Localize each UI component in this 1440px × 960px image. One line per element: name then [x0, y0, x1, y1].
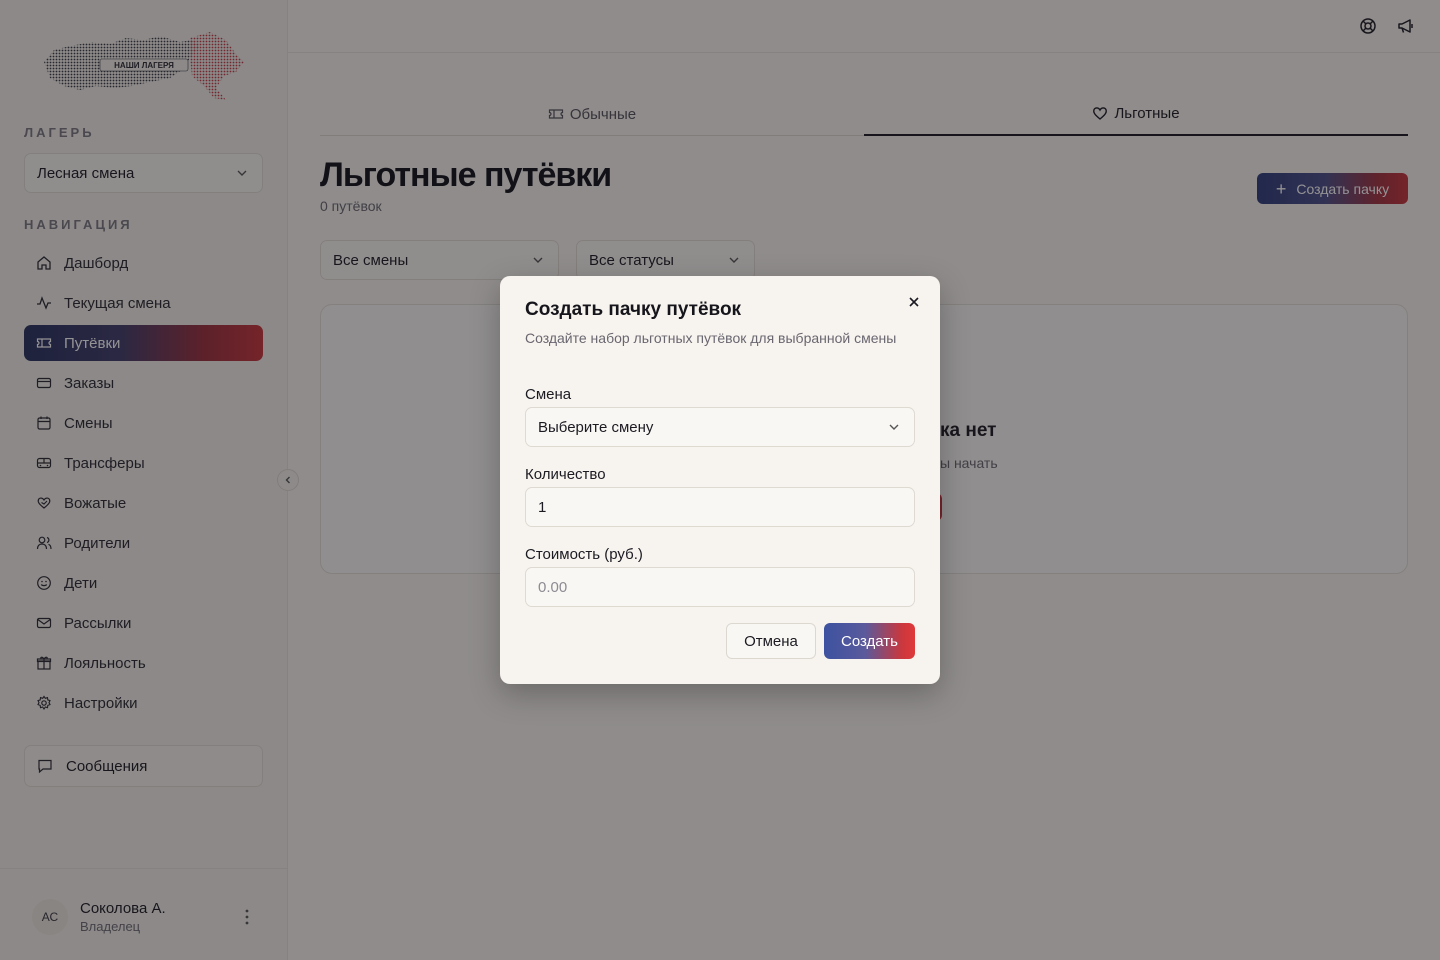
price-label: Стоимость (руб.): [525, 546, 643, 563]
shift-select-placeholder: Выберите смену: [538, 418, 654, 436]
shift-select[interactable]: Выберите смену: [525, 407, 915, 447]
close-icon[interactable]: [905, 293, 923, 311]
cancel-button[interactable]: Отмена: [726, 623, 816, 659]
create-batch-dialog: Создать пачку путёвок Создайте набор льг…: [500, 276, 940, 684]
shift-label: Смена: [525, 386, 572, 403]
dialog-description: Создайте набор льготных путёвок для выбр…: [525, 330, 897, 346]
price-placeholder: 0.00: [538, 578, 568, 596]
quantity-label: Количество: [525, 466, 606, 483]
dialog-title: Создать пачку путёвок: [525, 299, 742, 320]
create-button[interactable]: Создать: [824, 623, 915, 659]
price-input[interactable]: 0.00: [525, 567, 915, 607]
quantity-input[interactable]: 1: [525, 487, 915, 527]
quantity-value: 1: [538, 498, 547, 516]
chevron-down-icon: [889, 424, 899, 430]
